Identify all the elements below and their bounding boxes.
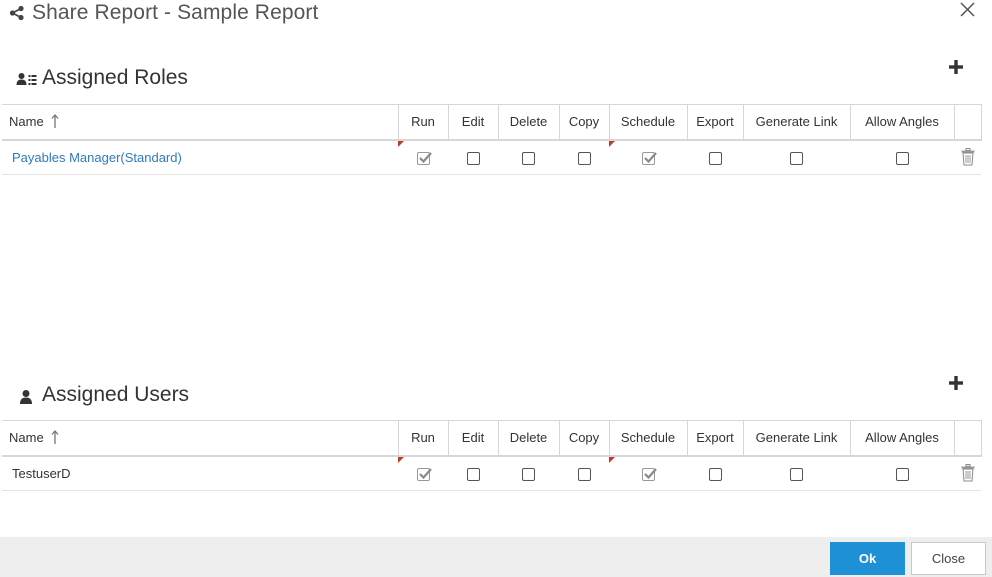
user-name: TestuserD	[12, 465, 71, 481]
column-header-name[interactable]: Name	[2, 420, 399, 457]
role-name-cell: Payables Manager(Standard)	[2, 139, 398, 175]
column-header-delete: Delete	[497, 104, 560, 141]
column-header-edit: Edit	[447, 104, 499, 141]
delete-checkbox[interactable]	[522, 467, 535, 481]
copy-cell	[559, 139, 609, 175]
copy-checkbox[interactable]	[577, 151, 591, 165]
edit-checkbox[interactable]	[466, 151, 480, 165]
run-checkbox[interactable]	[416, 467, 432, 481]
share-icon	[9, 5, 24, 21]
dialog-title: Share Report - Sample Report	[32, 1, 319, 24]
roles-table: Name Run Edit Delete Copy Schedule Expor…	[2, 104, 982, 175]
column-header-delete: Delete	[497, 420, 560, 457]
column-header-export: Export	[686, 420, 744, 457]
export-checkbox[interactable]	[708, 151, 722, 165]
changed-flag	[398, 456, 404, 463]
actions-cell	[954, 455, 981, 491]
changed-flag	[609, 456, 615, 463]
allow-angles-cell	[850, 139, 954, 175]
column-header-actions	[953, 420, 982, 457]
export-cell	[687, 139, 743, 175]
trash-icon[interactable]	[961, 464, 975, 482]
column-header-copy: Copy	[558, 420, 610, 457]
add-user-button[interactable]	[948, 375, 964, 391]
sort-ascending-icon[interactable]	[51, 430, 59, 445]
user-group-icon	[16, 73, 37, 85]
roles-section-title: Assigned Roles	[42, 66, 188, 89]
copy-checkbox[interactable]	[577, 467, 591, 481]
column-header-edit: Edit	[447, 420, 499, 457]
run-checkbox[interactable]	[416, 151, 432, 165]
users-table-header: Name Run Edit Delete Copy Schedule Expor…	[2, 420, 982, 457]
generate-link-checkbox[interactable]	[790, 151, 803, 165]
changed-flag	[398, 140, 404, 147]
table-row: TestuserD	[2, 455, 981, 491]
allow-angles-checkbox[interactable]	[895, 151, 909, 165]
roles-table-header: Name Run Edit Delete Copy Schedule Expor…	[2, 104, 982, 141]
delete-cell	[498, 455, 559, 491]
column-header-generate-link: Generate Link	[742, 104, 851, 141]
trash-icon[interactable]	[961, 148, 975, 166]
column-header-generate-link: Generate Link	[742, 420, 851, 457]
generate-link-cell	[743, 139, 850, 175]
allow-angles-checkbox[interactable]	[895, 467, 909, 481]
schedule-checkbox[interactable]	[641, 151, 657, 165]
edit-cell	[448, 139, 498, 175]
checkmark-icon	[418, 152, 432, 163]
close-icon[interactable]	[957, 0, 977, 20]
run-cell	[398, 139, 448, 175]
dialog-footer: Ok Close	[0, 537, 992, 577]
column-header-copy: Copy	[558, 104, 610, 141]
export-cell	[687, 455, 743, 491]
users-section-header: Assigned Users	[16, 383, 236, 411]
copy-cell	[559, 455, 609, 491]
schedule-checkbox[interactable]	[641, 467, 657, 481]
checkmark-icon	[643, 468, 657, 479]
ok-button[interactable]: Ok	[830, 542, 905, 575]
checkmark-icon	[418, 468, 432, 479]
table-row: Payables Manager(Standard)	[2, 139, 981, 175]
delete-checkbox[interactable]	[522, 151, 535, 165]
user-name-cell: TestuserD	[2, 455, 398, 491]
column-header-name[interactable]: Name	[2, 104, 399, 141]
users-table: Name Run Edit Delete Copy Schedule Expor…	[2, 420, 982, 491]
column-header-schedule: Schedule	[608, 420, 688, 457]
column-header-export: Export	[686, 104, 744, 141]
users-section-title: Assigned Users	[42, 383, 190, 406]
generate-link-cell	[743, 455, 850, 491]
allow-angles-cell	[850, 455, 954, 491]
delete-cell	[498, 139, 559, 175]
edit-cell	[448, 455, 498, 491]
add-role-button[interactable]	[948, 59, 964, 75]
dialog-title-bar: Share Report - Sample Report	[0, 0, 992, 30]
column-header-allow-angles: Allow Angles	[849, 104, 955, 141]
schedule-cell	[609, 455, 687, 491]
edit-checkbox[interactable]	[466, 467, 480, 481]
actions-cell	[954, 139, 981, 175]
checkmark-icon	[643, 152, 657, 163]
sort-ascending-icon[interactable]	[51, 114, 59, 129]
roles-section-header: Assigned Roles	[16, 66, 236, 94]
export-checkbox[interactable]	[708, 467, 722, 481]
run-cell	[398, 455, 448, 491]
column-header-run: Run	[397, 104, 449, 141]
role-name-link[interactable]: Payables Manager(Standard)	[12, 150, 182, 165]
user-icon	[20, 390, 32, 404]
changed-flag	[609, 140, 615, 147]
schedule-cell	[609, 139, 687, 175]
column-header-allow-angles: Allow Angles	[849, 420, 955, 457]
close-button[interactable]: Close	[911, 542, 986, 575]
column-header-actions	[953, 104, 982, 141]
generate-link-checkbox[interactable]	[790, 467, 803, 481]
column-header-schedule: Schedule	[608, 104, 688, 141]
column-header-run: Run	[397, 420, 449, 457]
